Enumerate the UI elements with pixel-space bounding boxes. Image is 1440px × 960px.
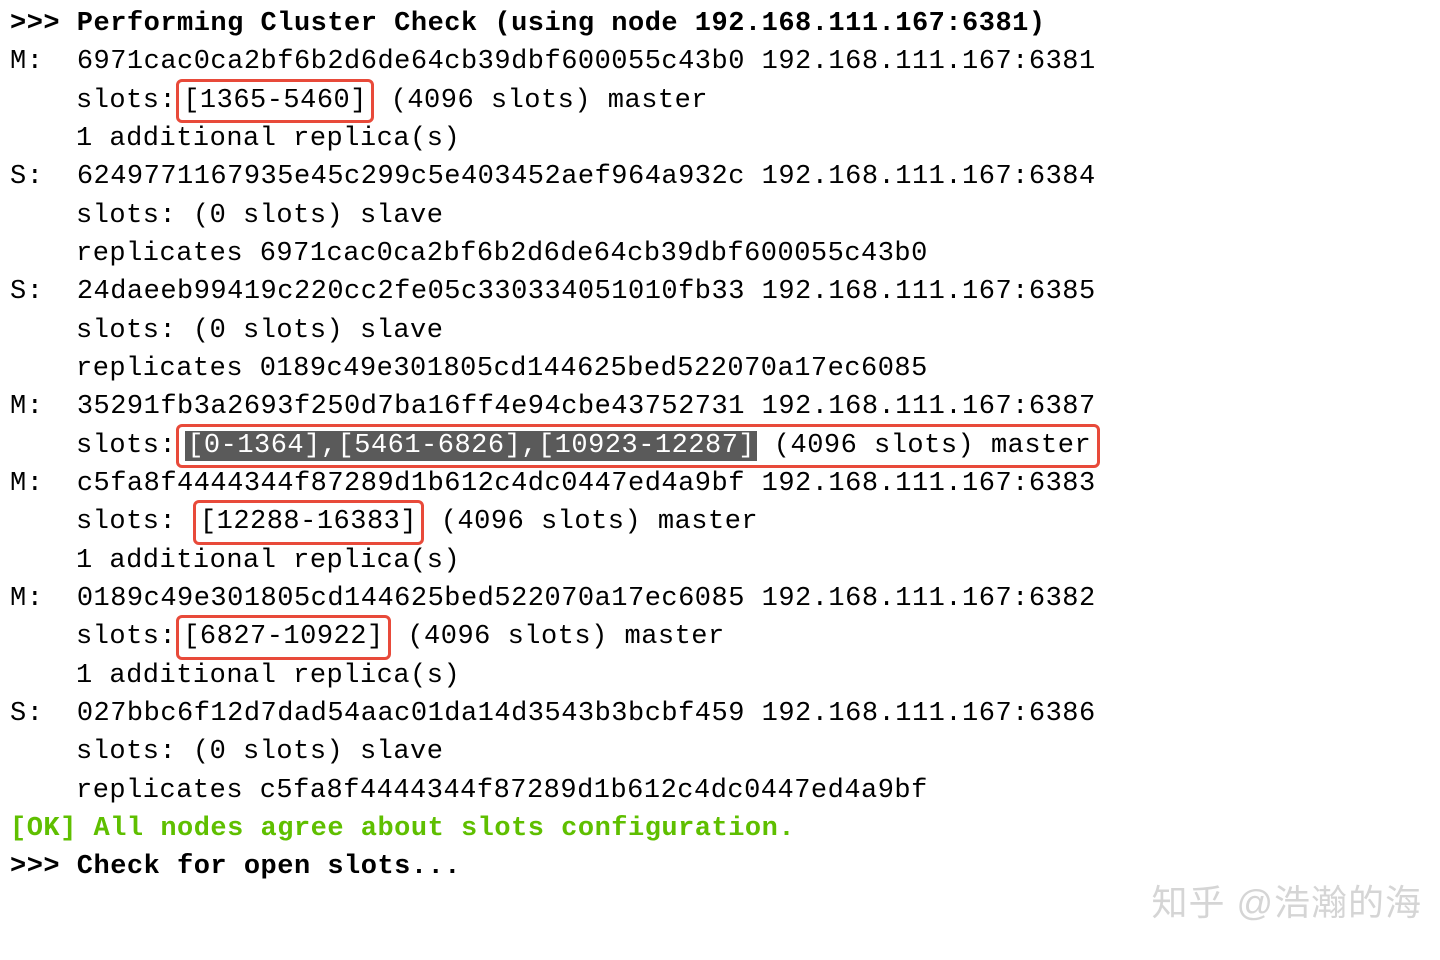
cluster-check-header: >>> Performing Cluster Check (using node… [10, 5, 1430, 43]
slots-suffix: (4096 slots) master [391, 622, 725, 652]
node-marker: M: [10, 584, 43, 614]
node-addr: 192.168.111.167:6386 [762, 699, 1096, 729]
slots-line: slots:[6827-10922] (4096 slots) master [10, 618, 1430, 656]
node-marker: M: [10, 47, 43, 77]
node-addr: 192.168.111.167:6384 [762, 162, 1096, 192]
replicates-line: replicates 0189c49e301805cd144625bed5220… [10, 350, 1430, 388]
slots-line: slots: (0 slots) slave [10, 312, 1430, 350]
node-line: M: c5fa8f4444344f87289d1b612c4dc0447ed4a… [10, 465, 1430, 503]
node-hash: 6971cac0ca2bf6b2d6de64cb39dbf600055c43b0 [77, 47, 745, 77]
slots-label: slots: [76, 86, 176, 116]
slots-label: slots: [76, 622, 176, 652]
node-hash: 6249771167935e45c299c5e403452aef964a932c [77, 162, 745, 192]
node-line: S: 027bbc6f12d7dad54aac01da14d3543b3bcbf… [10, 695, 1430, 733]
node-marker: S: [10, 162, 43, 192]
ok-status-line: [OK] All nodes agree about slots configu… [10, 810, 1430, 848]
node-hash: 0189c49e301805cd144625bed522070a17ec6085 [77, 584, 745, 614]
terminal-output: >>> Performing Cluster Check (using node… [10, 5, 1430, 887]
check-open-slots-line: >>> Check for open slots... [10, 848, 1430, 886]
node-marker: M: [10, 392, 43, 422]
node-addr: 192.168.111.167:6383 [762, 469, 1096, 499]
node-marker: M: [10, 469, 43, 499]
slots-line: slots: [12288-16383] (4096 slots) master [10, 503, 1430, 541]
slots-suffix: (4096 slots) master [424, 507, 758, 537]
replicas-line: 1 additional replica(s) [10, 657, 1430, 695]
node-line: M: 35291fb3a2693f250d7ba16ff4e94cbe43752… [10, 388, 1430, 426]
node-marker: S: [10, 699, 43, 729]
slots-label: slots: [76, 507, 176, 537]
slots-line: slots:[1365-5460] (4096 slots) master [10, 82, 1430, 120]
node-hash: 24daeeb99419c220cc2fe05c330334051010fb33 [77, 277, 745, 307]
node-addr: 192.168.111.167:6382 [762, 584, 1096, 614]
node-line: S: 6249771167935e45c299c5e403452aef964a9… [10, 158, 1430, 196]
node-line: M: 6971cac0ca2bf6b2d6de64cb39dbf600055c4… [10, 43, 1430, 81]
slot-range-box: [6827-10922] [176, 615, 390, 659]
node-addr: 192.168.111.167:6381 [762, 47, 1096, 77]
slot-range-box: [1365-5460] [176, 79, 374, 123]
node-line: S: 24daeeb99419c220cc2fe05c330334051010f… [10, 273, 1430, 311]
node-line: M: 0189c49e301805cd144625bed522070a17ec6… [10, 580, 1430, 618]
replicates-line: replicates 6971cac0ca2bf6b2d6de64cb39dbf… [10, 235, 1430, 273]
replicates-line: replicates c5fa8f4444344f87289d1b612c4dc… [10, 772, 1430, 810]
slots-line: slots:[0-1364],[5461-6826],[10923-12287]… [10, 427, 1430, 465]
node-addr: 192.168.111.167:6385 [762, 277, 1096, 307]
node-hash: 35291fb3a2693f250d7ba16ff4e94cbe43752731 [77, 392, 745, 422]
node-marker: S: [10, 277, 43, 307]
slots-line: slots: (0 slots) slave [10, 197, 1430, 235]
node-hash: 027bbc6f12d7dad54aac01da14d3543b3bcbf459 [77, 699, 745, 729]
node-addr: 192.168.111.167:6387 [762, 392, 1096, 422]
replicas-line: 1 additional replica(s) [10, 120, 1430, 158]
slots-line: slots: (0 slots) slave [10, 733, 1430, 771]
slot-range-box: [12288-16383] [193, 500, 424, 544]
slots-suffix: (4096 slots) master [757, 431, 1091, 461]
slots-label: slots: [76, 431, 176, 461]
slot-highlight: [0-1364],[5461-6826],[10923-12287] [185, 431, 757, 461]
slots-suffix: (4096 slots) master [374, 86, 708, 116]
replicas-line: 1 additional replica(s) [10, 542, 1430, 580]
node-hash: c5fa8f4444344f87289d1b612c4dc0447ed4a9bf [77, 469, 745, 499]
slot-range-box-wide: [0-1364],[5461-6826],[10923-12287] (4096… [176, 424, 1100, 468]
